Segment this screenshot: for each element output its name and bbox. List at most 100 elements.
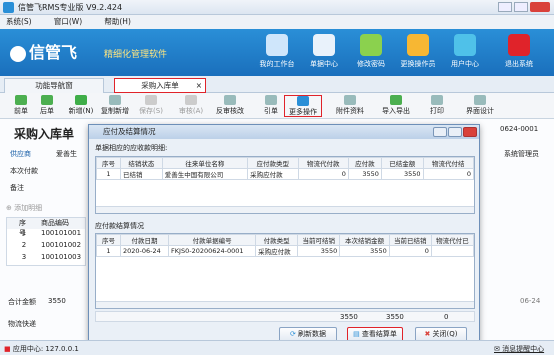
- items-table: 序号 商品编码 1 100101001 2 100101002 3 100101003: [6, 217, 86, 266]
- tab-purchase-inbound[interactable]: 采购入库单 ×: [114, 78, 206, 93]
- menu-system[interactable]: 系统(S): [6, 17, 32, 26]
- refresh-icon: ⟳: [289, 330, 299, 338]
- close-icon[interactable]: ×: [196, 79, 202, 93]
- brand-logo: 信管飞: [10, 39, 77, 63]
- paperclip-icon: [344, 95, 356, 105]
- brand-slogan: 精细化管理软件: [104, 50, 168, 60]
- new-button[interactable]: 新增(N): [64, 95, 98, 116]
- more-actions-button[interactable]: 更多操作: [284, 95, 322, 117]
- plus-circle-icon: ⊕: [6, 204, 15, 212]
- supplier-label: 供应商: [10, 150, 31, 158]
- document-icon: ▤: [353, 330, 362, 338]
- minimize-button[interactable]: [498, 2, 512, 12]
- arrow-right-icon: [41, 95, 53, 105]
- menu-help[interactable]: 帮助(H): [104, 17, 131, 26]
- window-title: 信管飞RMS专业版 V9.2.424: [18, 3, 123, 12]
- app-icon: [3, 2, 14, 13]
- total-label: 合计金额: [8, 298, 36, 306]
- app-center-status: ■ 应用中心: 127.0.0.1: [4, 345, 79, 353]
- app-icon: ■: [4, 345, 13, 353]
- section-settlement-label: 应付款结算情况: [95, 222, 144, 230]
- power-icon: [508, 34, 530, 56]
- footer-this-settle: 3550: [386, 313, 404, 321]
- layout-design-button[interactable]: 界面设计: [458, 95, 502, 116]
- unapprove-button[interactable]: 反审核改: [208, 95, 252, 116]
- section-receivables-label: 单据相应的应收款明细:: [95, 144, 168, 152]
- footer-current-settle: 3550: [340, 313, 358, 321]
- settlement-grid: 序号 付款日期 付款单据编号 付款类型 当前可结销 本次结销金额 当前已结销 物…: [95, 233, 475, 309]
- copy-new-button[interactable]: 复制新增: [98, 95, 132, 116]
- dialog-close-button[interactable]: [463, 127, 477, 137]
- dialog-title: 应付及结算情况: [103, 127, 156, 136]
- monitor-icon: [266, 34, 288, 56]
- envelope-icon: ✉: [494, 345, 503, 353]
- horizontal-scrollbar[interactable]: [96, 301, 474, 308]
- my-workbench-button[interactable]: 我的工作台: [254, 34, 300, 69]
- document-icon: [313, 34, 335, 56]
- tab-bar: 功能导航窗 采购入库单 ×: [0, 76, 554, 93]
- close-icon: ✖: [424, 330, 433, 338]
- total-value: 3550: [48, 297, 66, 305]
- message-center-link[interactable]: ✉ 消息提醒中心: [494, 344, 544, 354]
- menu-bar: 系统(S) 窗口(W) 帮助(H): [0, 15, 554, 29]
- items-header: 序号 商品编码: [7, 218, 85, 237]
- lock-icon: [360, 34, 382, 56]
- tab-nav[interactable]: 功能导航窗: [4, 78, 104, 93]
- table-row[interactable]: 1 2020-06-24 FKJS0-20200624-0001 采购应付款 3…: [96, 245, 475, 257]
- doc-number: 0624-0001: [500, 125, 539, 133]
- printer-icon: [431, 95, 443, 105]
- dialog-titlebar: 应付及结算情况: [89, 125, 479, 139]
- link-icon: [265, 95, 277, 105]
- chevron-down-icon: [297, 96, 309, 106]
- payables-dialog: 应付及结算情况 单据相应的应收款明细: 序号 结销状态 往来单位名称 应付款类型…: [88, 124, 480, 346]
- footer-settled: 0: [444, 313, 449, 321]
- copy-icon: [109, 95, 121, 105]
- horizontal-scrollbar[interactable]: [96, 206, 474, 213]
- table-row[interactable]: 1 已结销 爱善生中国有限公司 采购应付款 0 3550 3550 0: [96, 168, 475, 180]
- remark-label: 备注: [10, 184, 24, 192]
- check-icon: [185, 95, 197, 105]
- user-icon: [407, 34, 429, 56]
- close-button[interactable]: [530, 2, 550, 12]
- switch-operator-button[interactable]: 更换操作员: [395, 34, 441, 69]
- logistics-label: 物流快递: [8, 320, 36, 328]
- dialog-minimize-button[interactable]: [433, 127, 447, 137]
- table-row[interactable]: 1 100101001: [7, 229, 85, 241]
- status-bar: ■ 应用中心: 127.0.0.1 ✉ 消息提醒中心: [0, 340, 554, 355]
- exit-system-button[interactable]: 退出系统: [496, 34, 542, 69]
- receivables-grid: 序号 结销状态 往来单位名称 应付款类型 物流代付款 应付款 已结金额 物流代付…: [95, 156, 475, 214]
- next-doc-button[interactable]: 后单: [30, 95, 64, 116]
- doc-center-button[interactable]: 单据中心: [301, 34, 347, 69]
- table-row[interactable]: 3 100101003: [7, 253, 85, 265]
- date-tail: 06-24: [520, 297, 541, 305]
- header-banner: 信管飞 精细化管理软件 我的工作台 单据中心 修改密码 更换操作员 用户中心 退…: [0, 29, 554, 76]
- menu-window[interactable]: 窗口(W): [54, 17, 82, 26]
- settlement-footer: 3550 3550 0: [95, 311, 475, 322]
- table-row[interactable]: 2 100101002: [7, 241, 85, 253]
- operator-value: 系统管理员: [504, 150, 539, 158]
- form-title: 采购入库单: [14, 127, 75, 141]
- supplier-field[interactable]: 爱善生: [56, 149, 77, 159]
- globe-icon: [454, 34, 476, 56]
- attachments-button[interactable]: 附件资料: [330, 95, 370, 116]
- arrow-left-icon: [15, 95, 27, 105]
- import-doc-button[interactable]: 引单: [254, 95, 288, 116]
- add-detail-button[interactable]: ⊕ 添加明细: [6, 203, 42, 213]
- save-icon: [145, 95, 157, 105]
- grid-header-row: 序号 付款日期 付款单据编号 付款类型 当前可结销 本次结销金额 当前已结销 物…: [96, 234, 475, 246]
- save-button[interactable]: 保存(S): [134, 95, 168, 116]
- user-center-button[interactable]: 用户中心: [442, 34, 488, 69]
- approve-button[interactable]: 审核(A): [174, 95, 208, 116]
- layout-icon: [474, 95, 486, 105]
- print-button[interactable]: 打印: [420, 95, 454, 116]
- window-titlebar: 信管飞RMS专业版 V9.2.424: [0, 0, 554, 15]
- payment-label: 本次付款: [10, 167, 38, 175]
- maximize-button[interactable]: [514, 2, 528, 12]
- grid-header-row: 序号 结销状态 往来单位名称 应付款类型 物流代付款 应付款 已结金额 物流代付…: [96, 157, 475, 169]
- undo-icon: [224, 95, 236, 105]
- change-password-button[interactable]: 修改密码: [348, 34, 394, 69]
- toolbar: 前单 后单 新增(N) 复制新增 保存(S) 审核(A) 反审核改 引单 更多操…: [0, 93, 554, 119]
- import-export-button[interactable]: 导入导出: [376, 95, 416, 116]
- dialog-maximize-button[interactable]: [448, 127, 462, 137]
- plus-icon: [75, 95, 87, 105]
